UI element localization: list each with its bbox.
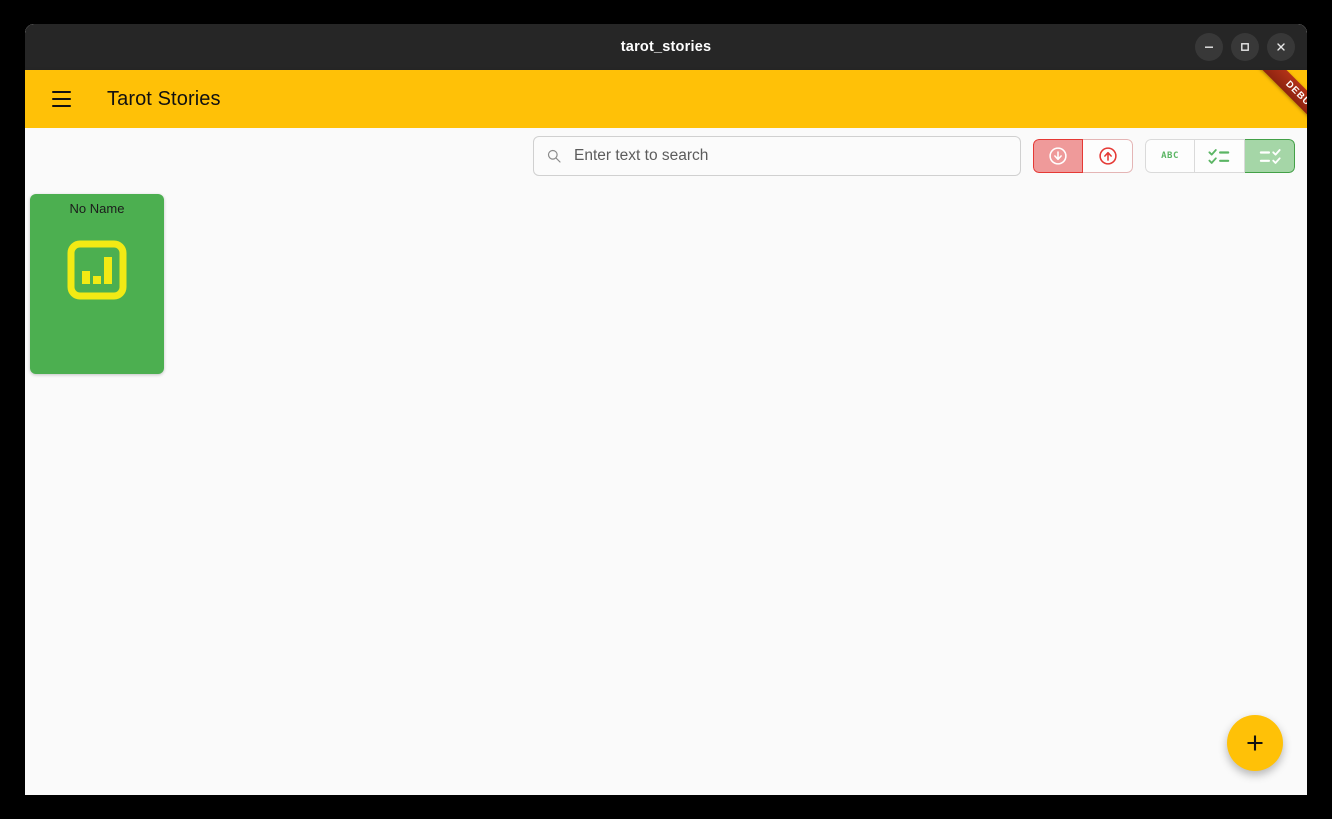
hamburger-line xyxy=(51,105,71,107)
maximize-icon xyxy=(1241,43,1249,51)
hamburger-line xyxy=(51,98,71,100)
plus-icon xyxy=(1247,735,1263,751)
story-card-title: No Name xyxy=(69,201,125,216)
arrow-up-circle-icon xyxy=(1098,147,1117,165)
story-card-grid: No Name xyxy=(25,184,1307,795)
arrow-down-circle-icon xyxy=(1049,147,1067,165)
window-title: tarot_stories xyxy=(620,39,712,55)
search-field[interactable] xyxy=(533,136,1021,176)
toolbar-row: ABC xyxy=(25,128,1307,184)
hamburger-menu-icon[interactable] xyxy=(41,79,81,119)
sort-ascending-button[interactable] xyxy=(1083,139,1133,173)
app-bar: Tarot Stories DEBUG xyxy=(25,70,1307,128)
sort-mode-button-group: ABC xyxy=(1145,139,1295,173)
title-bar: tarot_stories xyxy=(25,24,1307,70)
page-title: Tarot Stories xyxy=(107,87,221,110)
debug-ribbon: DEBUG xyxy=(1233,70,1307,128)
minimize-button[interactable] xyxy=(1195,33,1223,61)
search-icon xyxy=(547,149,561,163)
sort-alphabetical-button[interactable]: ABC xyxy=(1145,139,1195,173)
hamburger-line xyxy=(51,91,71,93)
debug-ribbon-label: DEBUG xyxy=(1252,70,1307,128)
sort-direction-button-group xyxy=(1033,139,1133,173)
checklist-left-icon xyxy=(1207,149,1229,164)
story-card[interactable]: No Name xyxy=(30,194,164,374)
close-icon xyxy=(1277,43,1285,51)
sort-checked-last-button[interactable] xyxy=(1245,139,1295,173)
bar-chart-icon xyxy=(65,238,129,307)
search-input[interactable] xyxy=(572,146,1008,166)
maximize-button[interactable] xyxy=(1231,33,1259,61)
sort-checked-first-button[interactable] xyxy=(1195,139,1245,173)
minimize-icon xyxy=(1205,46,1213,48)
app-window: tarot_stories Tarot Stories DEBUG Enter … xyxy=(25,24,1307,795)
window-controls xyxy=(1195,24,1295,70)
abc-icon: ABC xyxy=(1161,151,1179,161)
sort-descending-button[interactable] xyxy=(1033,139,1083,173)
content-area: ABC xyxy=(25,128,1307,795)
checklist-right-icon xyxy=(1259,149,1281,164)
close-button[interactable] xyxy=(1267,33,1295,61)
add-story-button[interactable] xyxy=(1227,715,1283,771)
